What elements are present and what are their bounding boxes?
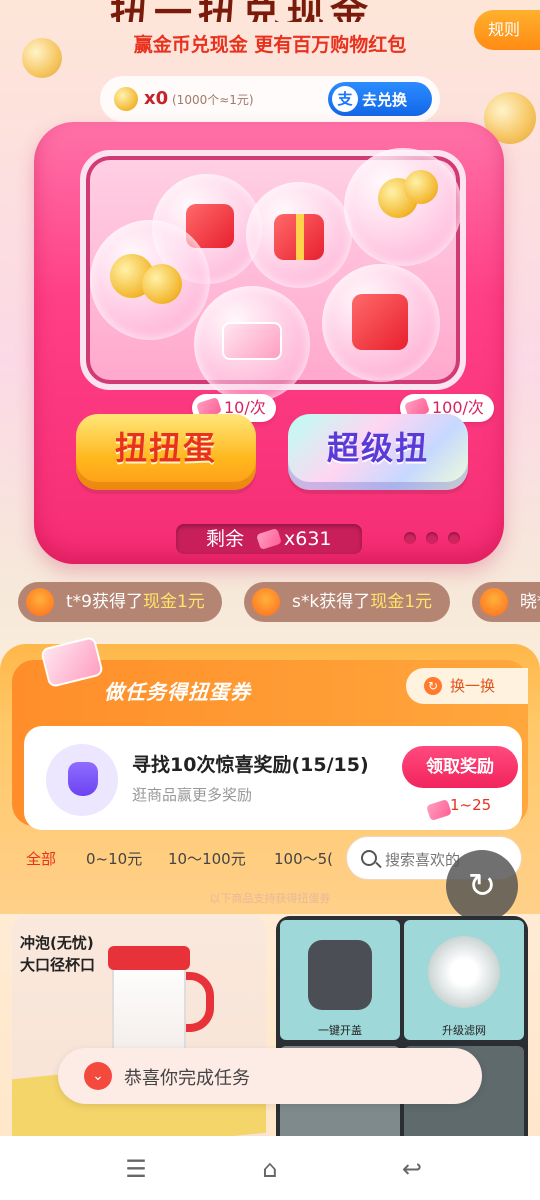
product-card[interactable]: 一键开盖 升级滤网 bbox=[276, 916, 528, 1146]
product-image bbox=[108, 946, 190, 970]
hand-pointer-icon bbox=[68, 762, 98, 796]
home-icon[interactable]: ⌂ bbox=[250, 1154, 290, 1184]
product-image: 升级滤网 bbox=[404, 920, 524, 1040]
ticket-icon bbox=[256, 527, 282, 551]
avatar bbox=[26, 588, 54, 616]
coin-icon bbox=[114, 87, 138, 111]
gold-coin-icon bbox=[142, 264, 182, 304]
coin-balance-bar: x0 (1000个≈1元) 支 去兑换 bbox=[100, 76, 440, 122]
filter-tab-0-10[interactable]: 0~10元 bbox=[86, 848, 142, 869]
refresh-button[interactable]: ↻ bbox=[446, 850, 518, 922]
task-section-title: 做任务得扭蛋券 bbox=[104, 680, 251, 704]
capsule-ball bbox=[90, 220, 210, 340]
product-label-line: 冲泡(无忧) bbox=[20, 934, 94, 952]
search-placeholder: 搜索喜欢的 bbox=[385, 851, 461, 869]
task-description: 逛商品赢更多奖励 bbox=[132, 786, 253, 804]
rules-button[interactable]: 规则 bbox=[474, 10, 540, 50]
exchange-label: 去兑换 bbox=[362, 91, 408, 109]
product-image: 一键开盖 bbox=[280, 920, 400, 1040]
winner-item: 晓* bbox=[472, 582, 540, 622]
capsule-ball bbox=[322, 264, 440, 382]
claim-reward-button[interactable]: 领取奖励 bbox=[402, 746, 518, 788]
toast-text: 恭喜你完成任务 bbox=[124, 1068, 250, 1089]
success-toast: ⌄ 恭喜你完成任务 bbox=[58, 1048, 482, 1104]
filter-tab-10-100[interactable]: 10～100元 bbox=[168, 848, 246, 869]
chevron-down-icon: ⌄ bbox=[84, 1062, 112, 1090]
product-label-line: 大口径杯口 bbox=[20, 956, 96, 974]
gift-ribbon bbox=[296, 214, 304, 260]
capsule-window bbox=[80, 148, 466, 402]
alipay-icon: 支 bbox=[332, 86, 358, 112]
super-twist-button[interactable]: 超级扭 bbox=[288, 414, 468, 490]
product-caption: 一键开盖 bbox=[318, 1024, 362, 1037]
remaining-count: x631 bbox=[284, 528, 332, 550]
indicator-dot bbox=[404, 532, 416, 544]
menu-icon[interactable]: ☰ bbox=[116, 1154, 156, 1184]
coin-rate: (1000个≈1元) bbox=[172, 93, 254, 107]
ticket-icon bbox=[426, 798, 452, 822]
gacha-machine: 10/次 100/次 扭扭蛋 超级扭 剩余 x631 bbox=[34, 122, 504, 564]
capsule-ball bbox=[194, 286, 310, 402]
task-name: 寻找10次惊喜奖励(15/15) bbox=[132, 754, 369, 776]
swap-label: 换一换 bbox=[450, 677, 496, 695]
gold-coin-icon bbox=[404, 170, 438, 204]
indicator-dot bbox=[426, 532, 438, 544]
product-caption: 升级滤网 bbox=[442, 1024, 486, 1037]
winner-item: s*k获得了现金1元 bbox=[244, 582, 450, 622]
winner-name: 晓* bbox=[520, 592, 540, 612]
product-label: 冲泡(无忧) 大口径杯口 bbox=[20, 932, 95, 976]
page-title: 扭一扭兑现金 bbox=[110, 0, 375, 22]
winner-item: t*9获得了现金1元 bbox=[18, 582, 222, 622]
task-icon bbox=[46, 744, 118, 816]
capsule-ball bbox=[246, 182, 352, 288]
ticket-icon bbox=[39, 635, 105, 689]
filter-tab-100-500[interactable]: 100～5( bbox=[274, 848, 336, 869]
red-envelope-icon bbox=[352, 294, 408, 350]
product-image bbox=[308, 940, 372, 1010]
winner-prize: 现金1元 bbox=[370, 592, 433, 612]
winner-name: s*k获得了 bbox=[292, 592, 371, 612]
system-nav-bar: ☰ ⌂ ↩ bbox=[0, 1136, 540, 1200]
product-card[interactable]: 冲泡(无忧) 大口径杯口 bbox=[12, 916, 266, 1146]
remaining-tickets: 剩余 x631 bbox=[176, 524, 362, 554]
winner-name: t*9获得了 bbox=[66, 592, 143, 612]
back-icon[interactable]: ↩ bbox=[392, 1154, 432, 1184]
search-icon bbox=[361, 850, 377, 866]
exchange-button[interactable]: 支 去兑换 bbox=[328, 82, 432, 116]
filter-tab-all[interactable]: 全部 bbox=[26, 848, 56, 869]
page-subtitle: 赢金币兑现金 更有百万购物红包 bbox=[133, 34, 407, 56]
ticket-icon bbox=[222, 322, 282, 360]
task-section: 做任务得扭蛋券 ↻ 换一换 寻找10次惊喜奖励(15/15) 逛商品赢更多奖励 … bbox=[12, 635, 528, 830]
reward-range: 1~25 bbox=[450, 796, 492, 814]
remaining-label: 剩余 bbox=[206, 528, 245, 550]
coin-count: x0 bbox=[144, 88, 169, 109]
winner-prize: 现金1元 bbox=[142, 592, 205, 612]
avatar bbox=[252, 588, 280, 616]
product-image bbox=[428, 936, 500, 1008]
refresh-icon: ↻ bbox=[424, 677, 442, 695]
indicator-dot bbox=[448, 532, 460, 544]
capsule-ball bbox=[344, 148, 462, 266]
task-card: 寻找10次惊喜奖励(15/15) 逛商品赢更多奖励 领取奖励 1~25 bbox=[24, 726, 522, 830]
swap-button[interactable]: ↻ 换一换 bbox=[406, 668, 528, 704]
twist-egg-button[interactable]: 扭扭蛋 bbox=[76, 414, 256, 490]
avatar bbox=[480, 588, 508, 616]
